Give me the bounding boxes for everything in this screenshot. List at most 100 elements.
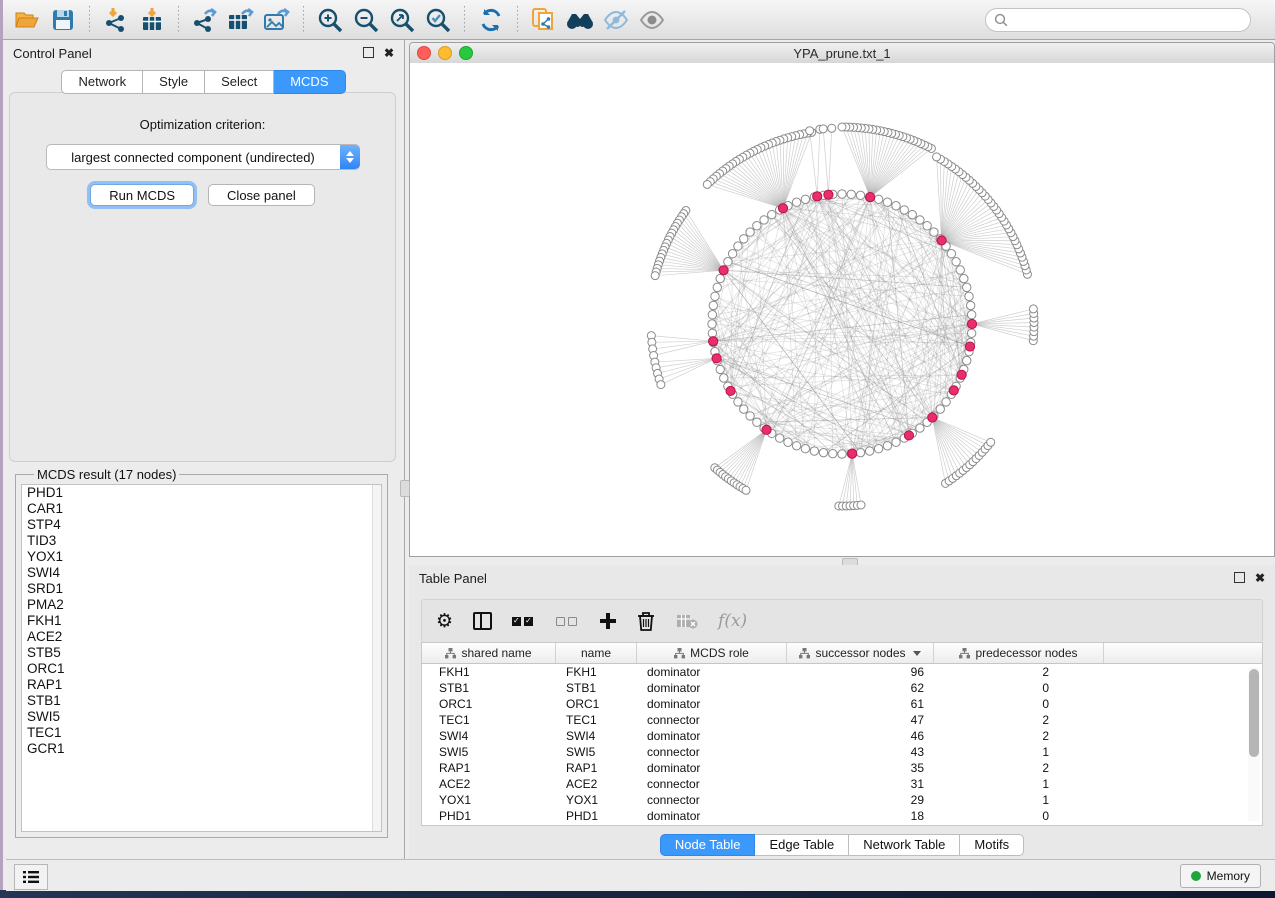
mcds-result-item[interactable]: SRD1 [22,581,381,597]
graph-node[interactable] [709,301,717,309]
graph-hub-node[interactable] [957,370,966,379]
apply-layout-icon[interactable] [473,3,509,37]
show-all-icon[interactable] [634,3,670,37]
float-panel-icon[interactable] [1234,572,1245,585]
graph-node[interactable] [728,250,736,258]
graph-node[interactable] [916,216,924,224]
graph-node[interactable] [810,447,818,455]
graph-node[interactable] [792,442,800,450]
mcds-result-item[interactable]: TID3 [22,533,381,549]
close-panel-icon[interactable]: ✖ [384,47,394,59]
mcds-result-item[interactable]: SWI4 [22,565,381,581]
criterion-dropdown[interactable]: largest connected component (undirected) [46,144,360,170]
show-panel-list-button[interactable] [14,864,48,890]
graph-hub-node[interactable] [726,386,735,395]
search-box[interactable] [985,8,1251,32]
graph-node[interactable] [908,210,916,218]
graph-hub-node[interactable] [709,337,718,346]
graph-node[interactable] [746,412,754,420]
graph-node[interactable] [838,450,846,458]
search-input[interactable] [1014,12,1242,28]
mcds-result-item[interactable]: ORC1 [22,661,381,677]
graph-node[interactable] [987,438,995,446]
graph-node[interactable] [716,274,724,282]
mcds-result-item[interactable]: FKH1 [22,613,381,629]
graph-node[interactable] [784,438,792,446]
column-header-predecessor-nodes[interactable]: predecessor nodes [934,643,1104,663]
graph-node[interactable] [892,202,900,210]
graph-node[interactable] [956,266,964,274]
add-column-icon[interactable] [600,613,616,629]
graph-node[interactable] [801,445,809,453]
graph-node[interactable] [829,449,837,457]
tab-network-table[interactable]: Network Table [849,834,960,856]
export-network-icon[interactable] [187,3,223,37]
mcds-result-item[interactable]: YOX1 [22,549,381,565]
hide-selected-icon[interactable] [598,3,634,37]
float-panel-icon[interactable] [363,47,374,60]
column-header-mcds-role[interactable]: MCDS role [637,643,787,663]
mcds-result-item[interactable]: STB1 [22,693,381,709]
column-header-name[interactable]: name [556,643,637,663]
graph-node[interactable] [947,250,955,258]
table-scrollbar-thumb[interactable] [1249,669,1259,757]
graph-node[interactable] [892,438,900,446]
graph-hub-node[interactable] [967,319,976,328]
graph-hub-node[interactable] [928,413,937,422]
zoom-fit-icon[interactable] [384,3,420,37]
table-row[interactable]: PHD1PHD1dominator180 [422,808,1262,824]
graph-hub-node[interactable] [866,192,875,201]
graph-node[interactable] [775,434,783,442]
graph-node[interactable] [753,418,761,426]
graph-node[interactable] [960,274,968,282]
graph-node[interactable] [716,365,724,373]
graph-node[interactable] [768,210,776,218]
show-columns-icon[interactable] [473,612,492,630]
import-network-icon[interactable] [98,3,134,37]
deselect-all-rows-icon[interactable] [556,617,580,626]
graph-node[interactable] [734,398,742,406]
graph-node[interactable] [1029,305,1037,313]
graph-node[interactable] [856,191,864,199]
graph-node[interactable] [874,445,882,453]
graph-node[interactable] [819,448,827,456]
graph-node[interactable] [708,320,716,328]
graph-node[interactable] [930,228,938,236]
graph-node[interactable] [657,381,665,389]
export-image-icon[interactable] [259,3,295,37]
column-header-shared-name[interactable]: shared name [422,643,556,663]
list-scrollbar[interactable] [372,485,381,831]
first-neighbors-icon[interactable] [562,3,598,37]
graph-node[interactable] [703,180,711,188]
graph-hub-node[interactable] [719,266,728,275]
select-all-rows-icon[interactable] [512,617,536,626]
graph-node[interactable] [708,311,716,319]
graph-node[interactable] [801,195,809,203]
mcds-result-item[interactable]: SWI5 [22,709,381,725]
graph-node[interactable] [746,228,754,236]
graph-hub-node[interactable] [762,425,771,434]
node-table[interactable]: shared name name MCDS role successor nod… [421,642,1263,826]
graph-node[interactable] [713,283,721,291]
zoom-in-icon[interactable] [312,3,348,37]
graph-node[interactable] [847,190,855,198]
graph-node[interactable] [838,123,846,131]
graph-node[interactable] [865,447,873,455]
table-settings-icon[interactable]: ⚙ [436,612,453,631]
graph-node[interactable] [724,257,732,265]
zoom-out-icon[interactable] [348,3,384,37]
graph-node[interactable] [828,124,836,132]
table-row[interactable]: SWI4SWI4dominator462 [422,728,1262,744]
mcds-result-item[interactable]: STP4 [22,517,381,533]
graph-node[interactable] [806,127,814,135]
tab-edge-table[interactable]: Edge Table [755,834,849,856]
graph-hub-node[interactable] [949,386,958,395]
column-header-successor-nodes[interactable]: successor nodes [787,643,934,663]
open-file-icon[interactable] [9,3,45,37]
graph-node[interactable] [742,486,750,494]
mcds-result-item[interactable]: RAP1 [22,677,381,693]
graph-node[interactable] [967,329,975,337]
graph-node[interactable] [883,198,891,206]
graph-hub-node[interactable] [848,449,857,458]
save-session-icon[interactable] [45,3,81,37]
